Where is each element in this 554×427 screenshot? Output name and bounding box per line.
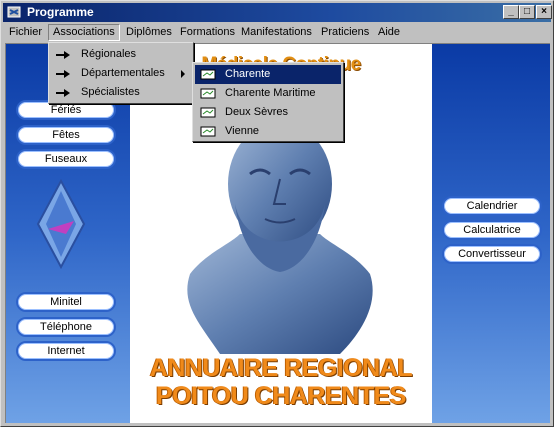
departements-menu: Charente Charente Maritime Deux Sèvres V…	[192, 62, 344, 142]
menu-associations[interactable]: Associations	[48, 24, 120, 41]
internet-button[interactable]: Internet	[16, 341, 116, 361]
menu-item-charente[interactable]: Charente	[195, 65, 341, 84]
window-title: Programme	[27, 5, 94, 19]
calculatrice-button[interactable]: Calculatrice	[442, 220, 542, 240]
close-button[interactable]: ×	[536, 5, 552, 19]
menu-diplomes[interactable]: Diplômes	[122, 24, 176, 41]
hand-icon	[56, 70, 70, 78]
menu-item-departementales[interactable]: Départementales	[51, 64, 191, 83]
map-icon	[200, 107, 216, 118]
menu-item-charente-maritime[interactable]: Charente Maritime	[195, 84, 341, 103]
menu-item-specialistes[interactable]: Spécialistes	[51, 83, 191, 102]
fetes-button[interactable]: Fêtes	[16, 125, 116, 145]
telephone-button[interactable]: Téléphone	[16, 317, 116, 337]
banner-line2: POITOU CHARENTES	[156, 382, 406, 410]
bust-image	[187, 122, 373, 354]
app-icon	[7, 6, 21, 18]
submenu-arrow-icon	[181, 70, 185, 78]
menu-fichier[interactable]: Fichier	[5, 24, 46, 41]
banner-line1: ANNUAIRE REGIONAL	[149, 354, 413, 382]
map-icon	[200, 69, 216, 80]
minimize-button[interactable]: _	[503, 5, 519, 19]
map-icon	[200, 88, 216, 99]
title-bar[interactable]: Programme _ □ ×	[3, 3, 552, 22]
main-window: Programme _ □ × Fichier Associations Dip…	[0, 0, 554, 427]
menu-item-deux-sevres[interactable]: Deux Sèvres	[195, 103, 341, 122]
fuseaux-button[interactable]: Fuseaux	[16, 149, 116, 169]
menu-item-regionales[interactable]: Régionales	[51, 45, 191, 64]
menu-item-vienne[interactable]: Vienne	[195, 122, 341, 141]
menu-formations[interactable]: Formations	[176, 24, 239, 41]
menu-bar: Fichier Associations Diplômes Formations…	[3, 23, 551, 42]
convertisseur-button[interactable]: Convertisseur	[442, 244, 542, 264]
hand-icon	[56, 51, 70, 59]
associations-menu: Régionales Départementales Spécialistes	[48, 42, 194, 104]
menu-praticiens[interactable]: Praticiens	[317, 24, 373, 41]
map-icon	[200, 126, 216, 137]
menu-aide[interactable]: Aide	[374, 24, 404, 41]
calendrier-button[interactable]: Calendrier	[442, 196, 542, 216]
menu-manifestations[interactable]: Manifestations	[237, 24, 316, 41]
hand-icon	[56, 89, 70, 97]
logo-icon	[36, 179, 86, 269]
maximize-button[interactable]: □	[519, 5, 535, 19]
minitel-button[interactable]: Minitel	[16, 292, 116, 312]
